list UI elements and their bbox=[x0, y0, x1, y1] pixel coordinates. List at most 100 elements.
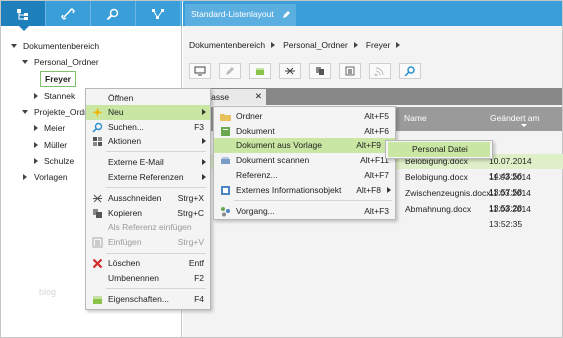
menu-item-shortcut: Alt+F9 bbox=[356, 140, 381, 150]
menu-separator bbox=[106, 151, 206, 152]
menu-item-shortcut: Alt+F5 bbox=[364, 111, 389, 121]
package-button[interactable] bbox=[249, 63, 271, 79]
breadcrumb-item[interactable]: Dokumentenbereich bbox=[189, 40, 265, 50]
tree-item-projekte-ordner[interactable]: Projekte_Ordn bbox=[34, 105, 89, 119]
column-header-name[interactable]: Name bbox=[404, 113, 427, 123]
menu-item-label: Ausschneiden bbox=[108, 193, 162, 203]
delete-icon bbox=[92, 258, 103, 269]
cut-button[interactable] bbox=[279, 63, 301, 79]
feed-button[interactable] bbox=[369, 63, 391, 79]
breadcrumb-arrow-icon[interactable] bbox=[396, 41, 401, 48]
collapsed-arrow-icon[interactable] bbox=[34, 93, 38, 99]
collapsed-arrow-icon[interactable] bbox=[34, 125, 38, 131]
collapsed-arrow-icon[interactable] bbox=[34, 158, 38, 164]
monitor-button[interactable] bbox=[189, 63, 211, 79]
menu-item-label: Dokument scannen bbox=[236, 155, 310, 165]
folder-icon bbox=[220, 114, 231, 121]
breadcrumb-arrow-icon[interactable] bbox=[271, 41, 276, 48]
menu-item-externe-email[interactable]: Externe E-Mail bbox=[86, 155, 210, 170]
search-icon bbox=[92, 122, 103, 133]
menu-item-als-referenz-einfuegen[interactable]: Als Referenz einfügen bbox=[86, 220, 210, 235]
menu-item-neu[interactable]: Neu bbox=[86, 105, 210, 120]
menu-item-einfuegen[interactable]: Einfügen Strg+V bbox=[86, 235, 210, 250]
submenu-item-externes-informationsobjekt[interactable]: Externes Informationsobjekt Alt+F8 bbox=[214, 183, 395, 198]
menu-item-label: Personal Datei bbox=[412, 144, 468, 154]
sparkle-icon bbox=[92, 107, 103, 118]
submenu-item-dokument-scannen[interactable]: Dokument scannen Alt+F11 bbox=[214, 153, 395, 168]
expand-arrow-icon[interactable] bbox=[22, 110, 28, 114]
menu-item-label: Eigenschaften... bbox=[108, 294, 169, 304]
submenu-item-vorgang[interactable]: Vorgang... Alt+F3 bbox=[214, 204, 395, 219]
properties-icon bbox=[93, 296, 102, 304]
submenu-item-referenz[interactable]: Referenz... Alt+F7 bbox=[214, 168, 395, 183]
breadcrumb-arrow-icon[interactable] bbox=[353, 41, 358, 48]
tree-item-mueller[interactable]: Müller bbox=[44, 138, 67, 152]
search-button[interactable] bbox=[399, 63, 421, 79]
tab-standard-listenlayout[interactable]: Standard-Listenlayout bbox=[185, 4, 296, 26]
menu-item-oeffnen[interactable]: Öffnen bbox=[86, 91, 210, 106]
submenu-item-personal-datei[interactable]: Personal Datei bbox=[388, 142, 490, 157]
scissors-icon bbox=[285, 67, 295, 75]
menu-item-label: Öffnen bbox=[108, 93, 134, 103]
edit-button[interactable] bbox=[219, 63, 241, 79]
menu-item-aktionen[interactable]: Aktionen bbox=[86, 134, 210, 149]
menu-item-shortcut: F3 bbox=[194, 122, 204, 132]
collapsed-arrow-icon[interactable] bbox=[34, 142, 38, 148]
copy-button[interactable] bbox=[309, 63, 331, 79]
menu-item-label: Als Referenz einfügen bbox=[108, 222, 192, 232]
submenu-item-dokument[interactable]: Dokument Alt+F6 bbox=[214, 124, 395, 139]
tab-network[interactable] bbox=[136, 1, 181, 26]
tree-item-stannek[interactable]: Stannek bbox=[44, 89, 75, 103]
menu-item-suchen[interactable]: Suchen... F3 bbox=[86, 120, 210, 135]
tree-item-meier[interactable]: Meier bbox=[44, 121, 65, 135]
tree-item-freyer[interactable]: Freyer bbox=[40, 71, 76, 87]
document-icon bbox=[221, 127, 230, 136]
menu-item-label: Externes Informationsobjekt bbox=[236, 185, 342, 195]
submenu-arrow-icon bbox=[387, 187, 391, 193]
list-tab[interactable]: klasse ✕ bbox=[203, 89, 266, 105]
external-object-icon bbox=[221, 186, 230, 195]
menu-separator bbox=[106, 187, 206, 188]
sort-arrow-icon[interactable] bbox=[521, 124, 527, 127]
collapsed-arrow-icon[interactable] bbox=[23, 174, 27, 180]
menu-item-shortcut: Alt+F7 bbox=[364, 170, 389, 180]
tab-search[interactable] bbox=[91, 1, 136, 26]
breadcrumb-item[interactable]: Personal_Ordner bbox=[283, 40, 348, 50]
column-header-changed[interactable]: Geändert am bbox=[490, 113, 540, 123]
menu-separator bbox=[106, 288, 206, 289]
menu-item-kopieren[interactable]: Kopieren Strg+C bbox=[86, 206, 210, 221]
tree-item-personal-ordner[interactable]: Personal_Ordner bbox=[34, 55, 99, 69]
menu-item-label: Suchen... bbox=[108, 122, 144, 132]
nav-tab-bar bbox=[1, 1, 182, 31]
menu-item-umbenennen[interactable]: Umbenennen F2 bbox=[86, 271, 210, 286]
breadcrumb-item[interactable]: Freyer bbox=[366, 40, 391, 50]
menu-item-eigenschaften[interactable]: Eigenschaften... F4 bbox=[86, 292, 210, 307]
close-icon[interactable]: ✕ bbox=[255, 91, 262, 102]
tab-links[interactable] bbox=[46, 1, 91, 26]
tree-item-vorlagen[interactable]: Vorlagen bbox=[34, 170, 68, 184]
tree-item-schulze[interactable]: Schulze bbox=[44, 154, 74, 168]
toolbar bbox=[189, 63, 429, 81]
rss-icon bbox=[374, 67, 384, 76]
menu-item-ausschneiden[interactable]: Ausschneiden Strg+X bbox=[86, 191, 210, 206]
tree-item-dokumentenbereich[interactable]: Dokumentenbereich bbox=[23, 39, 99, 53]
scissors-icon bbox=[93, 194, 102, 203]
menu-item-label: Löschen bbox=[108, 258, 141, 268]
menu-item-externe-referenzen[interactable]: Externe Referenzen bbox=[86, 170, 210, 185]
expand-arrow-icon[interactable] bbox=[11, 44, 17, 48]
tab-tree[interactable] bbox=[1, 1, 46, 31]
submenu-arrow-icon bbox=[202, 159, 206, 165]
paste-button[interactable] bbox=[339, 63, 361, 79]
context-menu: Öffnen Neu Suchen... F3 Aktionen Externe … bbox=[85, 88, 211, 310]
actions-icon bbox=[93, 137, 102, 146]
scanner-icon bbox=[221, 157, 230, 164]
submenu-item-ordner[interactable]: Ordner Alt+F5 bbox=[214, 109, 395, 124]
menu-item-shortcut: Alt+F8 bbox=[356, 185, 381, 195]
pencil-icon[interactable] bbox=[282, 11, 290, 19]
cell-name: Belobigung.docx bbox=[405, 172, 468, 182]
menu-item-loeschen[interactable]: Löschen Entf bbox=[86, 256, 210, 271]
submenu-item-dokument-aus-vorlage[interactable]: Dokument aus Vorlage Alt+F9 bbox=[214, 138, 395, 153]
search-icon bbox=[404, 66, 415, 76]
watermark-text: blog bbox=[39, 287, 57, 297]
expand-arrow-icon[interactable] bbox=[22, 60, 28, 64]
